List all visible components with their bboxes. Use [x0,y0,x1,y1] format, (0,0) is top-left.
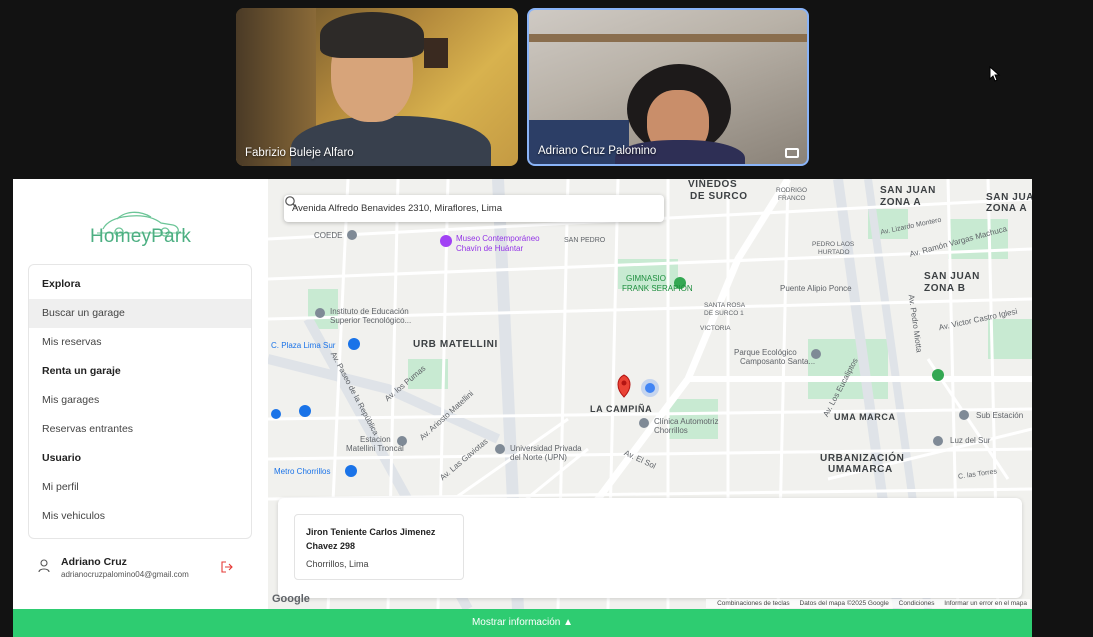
screen: Fabrizio Buleje Alfaro Adriano Cruz Palo… [0,0,1093,637]
map-label: FRANCO [778,195,806,202]
keyboard-shortcuts-link[interactable]: Combinaciones de teclas [717,600,790,607]
map-label: Metro Chorrillos [274,467,331,476]
map-label: SANTA ROSA [704,302,746,309]
map-label: Universidad Privada [510,444,582,453]
map-label: GIMNASIO [626,274,667,283]
map-label: Chorrillos [654,426,688,435]
map-label: RODRIGO [776,187,808,194]
user-profile: Adriano Cruz adrianocruzpalomino04@gmail… [28,549,252,585]
nav-item-buscar-garage[interactable]: Buscar un garage [29,299,251,328]
search-value: Avenida Alfredo Benavides 2310, Miraflor… [292,203,503,214]
sidebar: HomeyPark Explora Buscar un garage Mis r… [13,179,268,609]
map-label: DE SURCO 1 [704,310,744,317]
map-label: Chavín de Huántar [456,244,524,253]
nav-item-mis-garages[interactable]: Mis garages [29,386,251,415]
map-data-text: Datos del mapa ©2025 Google [799,600,889,607]
nav-item-mis-vehiculos[interactable]: Mis vehiculos [29,502,251,531]
user-email: adrianocruzpalomino04@gmail.com [61,570,189,579]
map-label: URBANIZACIÓN [820,453,905,464]
garage-address: Jiron Teniente Carlos Jimenez Chavez 298 [306,527,436,551]
map-label: SAN PEDRO [564,237,606,244]
results-panel: Jiron Teniente Carlos Jimenez Chavez 298… [278,498,1022,598]
map-label: SAN JUAN [924,271,980,282]
background-shelf [529,34,807,42]
participant-video-1[interactable]: Fabrizio Buleje Alfaro [236,8,518,166]
map-label: PEDRO LAOS [812,241,855,248]
map-label: Luz del Sur [950,436,991,445]
logout-icon[interactable] [221,561,233,573]
map-label: HURTADO [818,249,850,256]
map-label: COEDE [314,231,343,240]
map-label: ZONA A [880,197,922,208]
map-label: ZONA A [986,203,1028,214]
background-board [529,120,629,164]
map-label: Estacion [360,435,391,444]
participant-video-2[interactable]: Adriano Cruz Palomino [527,8,809,166]
map-label: SAN JUAN [880,185,936,196]
map-label: ZONA B [924,283,966,294]
terms-link[interactable]: Condiciones [899,600,935,607]
map-label: VICTORIA [700,325,731,332]
user-icon [38,559,50,573]
report-error-link[interactable]: Informar un error en el mapa [944,600,1027,607]
homeypark-app: HomeyPark Explora Buscar un garage Mis r… [13,179,1032,637]
screen-share-icon [785,148,799,158]
wall-poster [424,38,448,68]
map-label: UMAMARCA [828,464,893,475]
map-label: Museo Contemporáneo [456,234,540,243]
nav-section-renta: Renta un garaje [42,365,121,377]
map-attribution: Combinaciones de teclas Datos del mapa ©… [706,599,1030,608]
location-pin-icon [617,374,631,398]
map-label: Superior Tecnológico... [330,316,412,325]
map-label: Matellini Troncal [346,444,404,453]
nav-item-reservas-entrantes[interactable]: Reservas entrantes [29,415,251,444]
map-label: FRANK SERAPIÓN [622,284,693,293]
nav-item-mi-perfil[interactable]: Mi perfil [29,473,251,502]
map-label: URB MATELLINI [413,339,498,350]
map-label: Puente Alipio Ponce [780,284,852,293]
google-logo: Google [272,593,310,605]
map-label: Instituto de Educación [330,307,409,316]
map-label: Parque Ecológico [734,348,797,357]
map-label: del Norte (UPN) [510,453,567,462]
search-icon[interactable] [284,195,298,209]
garage-result-card[interactable]: Jiron Teniente Carlos Jimenez Chavez 298… [294,514,464,580]
nav-section-usuario: Usuario [42,452,82,464]
show-info-button[interactable]: Mostrar información ▲ [13,609,1032,637]
user-name: Adriano Cruz [61,556,127,568]
nav-menu: Explora Buscar un garage Mis reservas Re… [28,264,252,539]
garage-city: Chorrillos, Lima [306,559,369,569]
brand-name: HomeyPark [90,226,192,247]
search-input[interactable]: Avenida Alfredo Benavides 2310, Miraflor… [284,195,664,222]
nav-section-explora: Explora [42,278,81,290]
participant-cap [320,12,424,58]
nav-item-mis-reservas[interactable]: Mis reservas [29,328,251,357]
map-label: SAN JUAN [986,192,1032,203]
map-label: VIÑEDOS [688,179,738,190]
map-label: LA CAMPIÑA [590,404,653,414]
participant-name: Fabrizio Buleje Alfaro [245,147,354,159]
map-label: DE SURCO [690,191,748,202]
map-label: C. Plaza Lima Sur [271,341,336,350]
map-view[interactable]: VIÑEDOS DE SURCO SAN JUAN ZONA A SAN JUA… [268,179,1032,609]
participant-name: Adriano Cruz Palomino [538,145,657,157]
map-label: UMA MARCA [834,412,896,422]
map-label: Sub Estación [976,411,1024,420]
map-label: Clínica Automotriz [654,417,719,426]
map-label: Camposanto Santa... [740,357,816,366]
